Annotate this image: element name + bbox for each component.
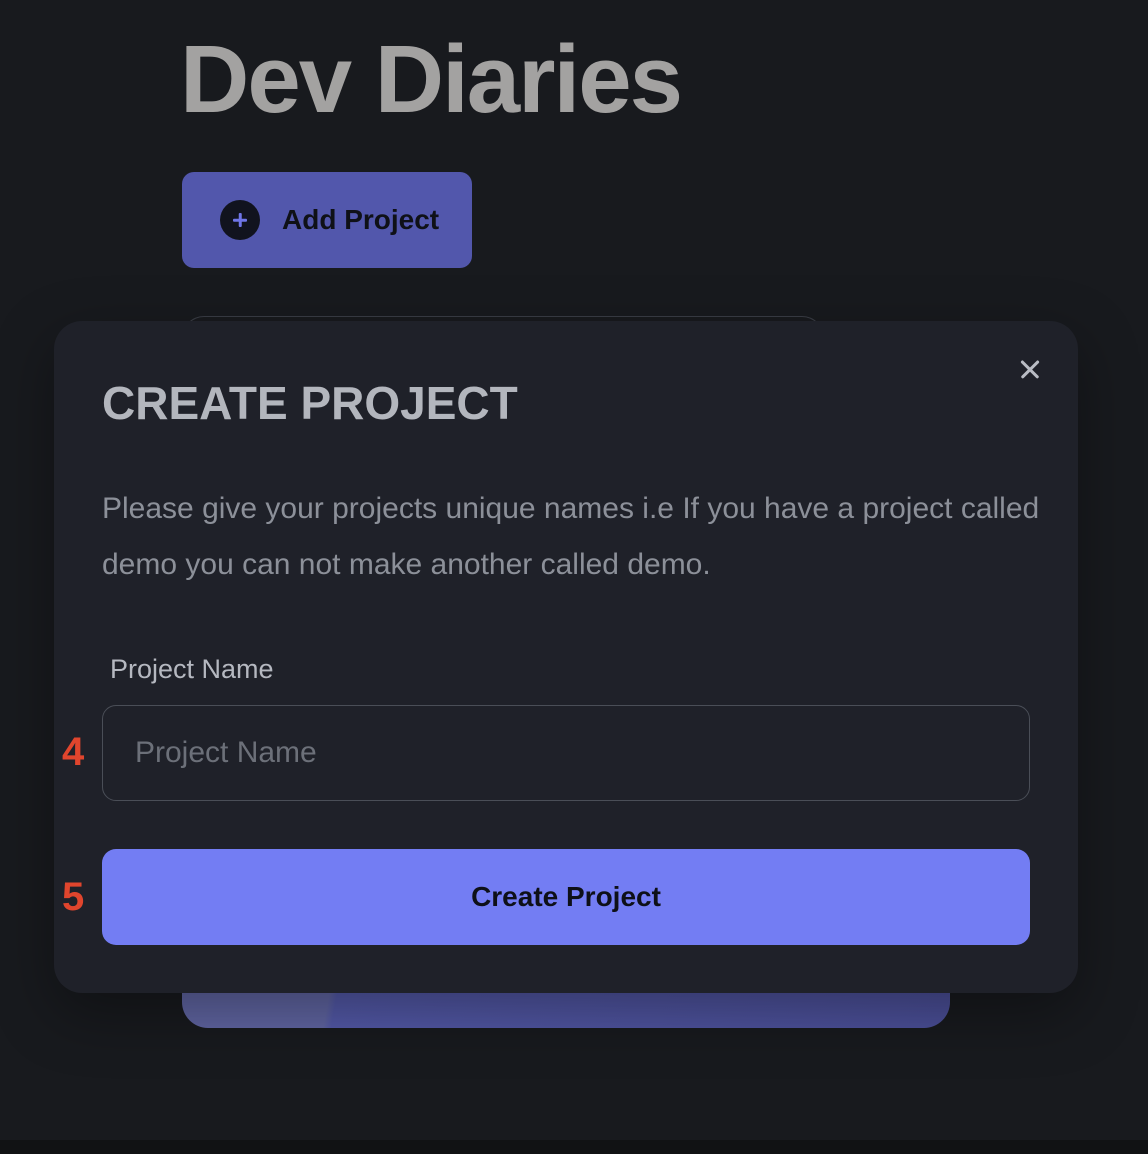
add-project-label: Add Project: [282, 204, 440, 235]
step-marker-4: 4: [62, 730, 85, 774]
modal-title: CREATE PROJECT: [102, 377, 518, 429]
create-project-button[interactable]: Create Project: [102, 849, 1030, 945]
app-title: Dev Diaries: [180, 26, 683, 133]
project-name-label: Project Name: [110, 654, 274, 684]
step-marker-5: 5: [62, 875, 85, 919]
bottom-bar: [0, 1140, 1148, 1154]
plus-circle-icon: [220, 200, 260, 240]
close-icon: [1014, 353, 1046, 385]
modal-description: Please give your projects unique names i…: [102, 492, 1040, 581]
close-button[interactable]: [1014, 353, 1046, 385]
create-project-modal: CREATE PROJECT Please give your projects…: [54, 321, 1078, 993]
add-project-button[interactable]: Add Project: [182, 172, 472, 268]
project-name-input[interactable]: [102, 705, 1030, 801]
